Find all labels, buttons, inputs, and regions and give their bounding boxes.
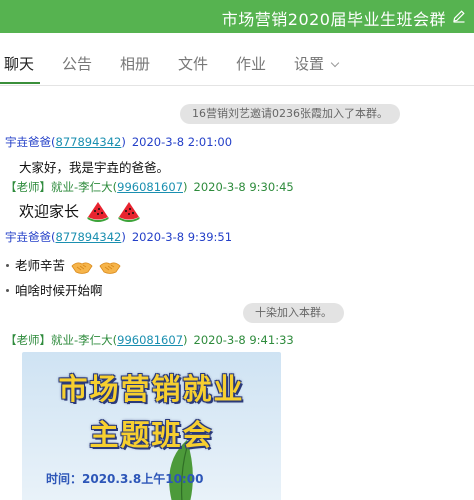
qq-number-link[interactable]: 996081607 xyxy=(117,333,183,347)
tab-settings-label: 设置 xyxy=(294,55,325,73)
message-header: 【老师】就业-李仁大(996081607) 2020-3-8 9:41:33 xyxy=(5,333,294,347)
message-time: 2020-3-8 9:30:45 xyxy=(193,180,294,194)
tab-homework[interactable]: 作业 xyxy=(236,53,266,74)
title-bar: 市场营销2020届毕业生班会群 xyxy=(0,0,474,33)
message-time: 2020-3-8 9:41:33 xyxy=(193,333,294,347)
message-body: 欢迎家长 xyxy=(19,200,141,224)
message-time: 2020-3-8 2:01:00 xyxy=(131,135,233,149)
poster-title-line2: 主题班会 xyxy=(89,418,214,452)
system-message: 16营销刘艺邀请0236张霞加入了本群。 xyxy=(180,104,400,124)
watermelon-icon xyxy=(87,202,109,222)
watermelon-icon xyxy=(118,202,140,222)
sender-name[interactable]: 宇垚爸爸 xyxy=(5,230,51,244)
message-text: 老师辛苦 xyxy=(15,258,66,273)
message-line: 老师辛苦 xyxy=(6,255,121,277)
qq-number-link[interactable]: 877894342 xyxy=(56,135,122,149)
message-header: 【老师】就业-李仁大(996081607) 2020-3-8 9:30:45 xyxy=(5,180,294,194)
message-line: 咱啥时候开始啊 xyxy=(6,280,103,299)
message-header: 宇垚爸爸(877894342) 2020-3-8 2:01:00 xyxy=(5,135,233,149)
system-message: 十染加入本群。 xyxy=(243,303,344,323)
message-text: 大家好，我是宇垚的爸爸。 xyxy=(19,160,170,175)
chevron-down-icon xyxy=(330,58,340,68)
tab-chat[interactable]: 聊天 xyxy=(4,53,34,74)
message-text: 咱啥时候开始啊 xyxy=(15,283,103,298)
message-header: 宇垚爸爸(877894342) 2020-3-8 9:39:51 xyxy=(5,230,233,244)
tab-announcements[interactable]: 公告 xyxy=(62,53,92,74)
handshake-icon xyxy=(99,261,121,274)
tab-settings[interactable]: 设置 xyxy=(294,53,340,74)
bullet-dot xyxy=(6,289,9,292)
chat-area[interactable]: 16营销刘艺邀请0236张霞加入了本群。 宇垚爸爸(877894342) 2020… xyxy=(0,87,474,500)
qq-number-link[interactable]: 877894342 xyxy=(56,230,122,244)
sender-name[interactable]: 【老师】就业-李仁大 xyxy=(5,180,113,194)
active-tab-indicator xyxy=(0,82,40,84)
poster-title-line1: 市场营销就业 xyxy=(58,372,245,406)
edit-pencil-icon[interactable] xyxy=(452,9,466,23)
qq-number-link[interactable]: 996081607 xyxy=(117,180,183,194)
poster-time: 时间：2020.3.8上午10:00 xyxy=(46,472,204,486)
poster-image[interactable]: 市场营销就业 主题班会 时间：2020.3.8上午10:00 xyxy=(22,352,281,500)
sender-name[interactable]: 【老师】就业-李仁大 xyxy=(5,333,113,347)
message-time: 2020-3-8 9:39:51 xyxy=(131,230,233,244)
tab-files[interactable]: 文件 xyxy=(178,53,208,74)
tab-album[interactable]: 相册 xyxy=(120,53,150,74)
sender-name[interactable]: 宇垚爸爸 xyxy=(5,135,51,149)
bullet-dot xyxy=(6,264,9,267)
tab-bar: 聊天 公告 相册 文件 作业 设置 xyxy=(0,33,474,86)
group-title: 市场营销2020届毕业生班会群 xyxy=(221,10,446,29)
message-text: 欢迎家长 xyxy=(19,202,80,221)
handshake-icon xyxy=(71,261,93,274)
